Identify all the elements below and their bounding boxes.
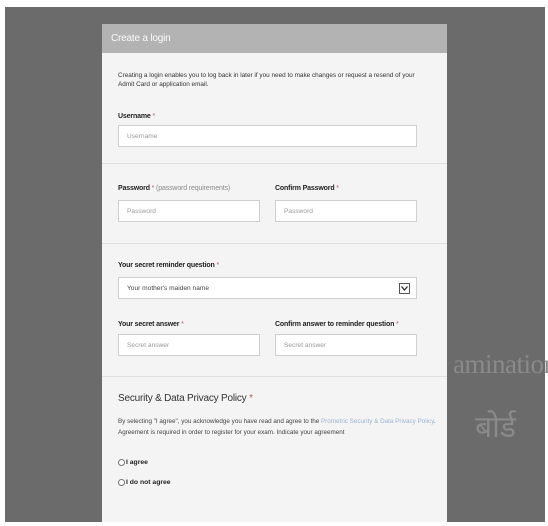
policy-text-before: By selecting "I agree", you acknowledge … [118,418,320,425]
watermark-english-text: aminations [453,349,548,379]
secret-question-required-mark: * [216,262,220,269]
username-field[interactable] [118,125,417,147]
username-required-mark: * [152,113,156,120]
password-input[interactable] [127,207,259,215]
agree-label[interactable]: I agree [126,459,148,466]
policy-required-mark: * [249,393,253,404]
disagree-label[interactable]: I do not agree [126,479,171,486]
disagree-option[interactable]: I do not agree [118,479,171,486]
confirm-answer-required-mark: * [396,321,399,328]
chevron-down-icon[interactable] [399,283,410,294]
secret-question-label: Your secret reminder question * [118,262,219,269]
policy-title: Security & Data Privacy Policy * [118,393,253,404]
secret-answer-label-text: Your secret answer [118,321,180,328]
secret-answer-label: Your secret answer * [118,321,184,328]
section-divider [102,243,447,244]
intro-text: Creating a login enables you to log back… [118,72,415,88]
password-required-mark: * [151,185,155,192]
confirm-password-required-mark: * [336,185,339,192]
secret-question-selected-value: Your mother's maiden name [127,284,210,292]
secret-answer-input[interactable] [127,341,259,349]
secret-answer-field[interactable] [118,334,260,356]
username-input[interactable] [127,132,416,140]
section-divider [102,376,447,377]
confirm-password-input[interactable] [284,207,416,215]
secret-answer-required-mark: * [181,321,184,328]
password-requirements-link[interactable]: (password requirements) [156,185,230,192]
confirm-password-field[interactable] [275,200,417,222]
create-login-panel: Create a login Creating a login enables … [102,24,447,522]
agree-radio[interactable] [118,459,125,466]
confirm-password-label: Confirm Password * [275,185,339,192]
agree-option[interactable]: I agree [118,459,148,466]
confirm-answer-field[interactable] [275,334,417,356]
password-label-text: Password [118,185,150,192]
password-label: Password * (password requirements) [118,185,230,192]
confirm-answer-label: Confirm answer to reminder question * [275,321,399,328]
policy-title-text: Security & Data Privacy Policy [118,393,247,404]
disagree-radio[interactable] [118,479,125,486]
section-divider [102,163,447,164]
secret-question-select[interactable]: Your mother's maiden name [118,277,417,299]
watermark-hindi-text: बोर्ड [475,411,516,444]
policy-text: By selecting "I agree", you acknowledge … [118,416,436,438]
password-field[interactable] [118,200,260,222]
confirm-password-label-text: Confirm Password [275,185,335,192]
confirm-answer-label-text: Confirm answer to reminder question [275,321,395,328]
confirm-answer-input[interactable] [284,341,416,349]
username-label-text: Username [118,113,151,120]
panel-title: Create a login [102,24,447,53]
secret-question-label-text: Your secret reminder question [118,262,215,269]
privacy-policy-link[interactable]: Prometric Security & Data Privacy Policy [321,418,434,425]
username-label: Username * [118,113,155,120]
